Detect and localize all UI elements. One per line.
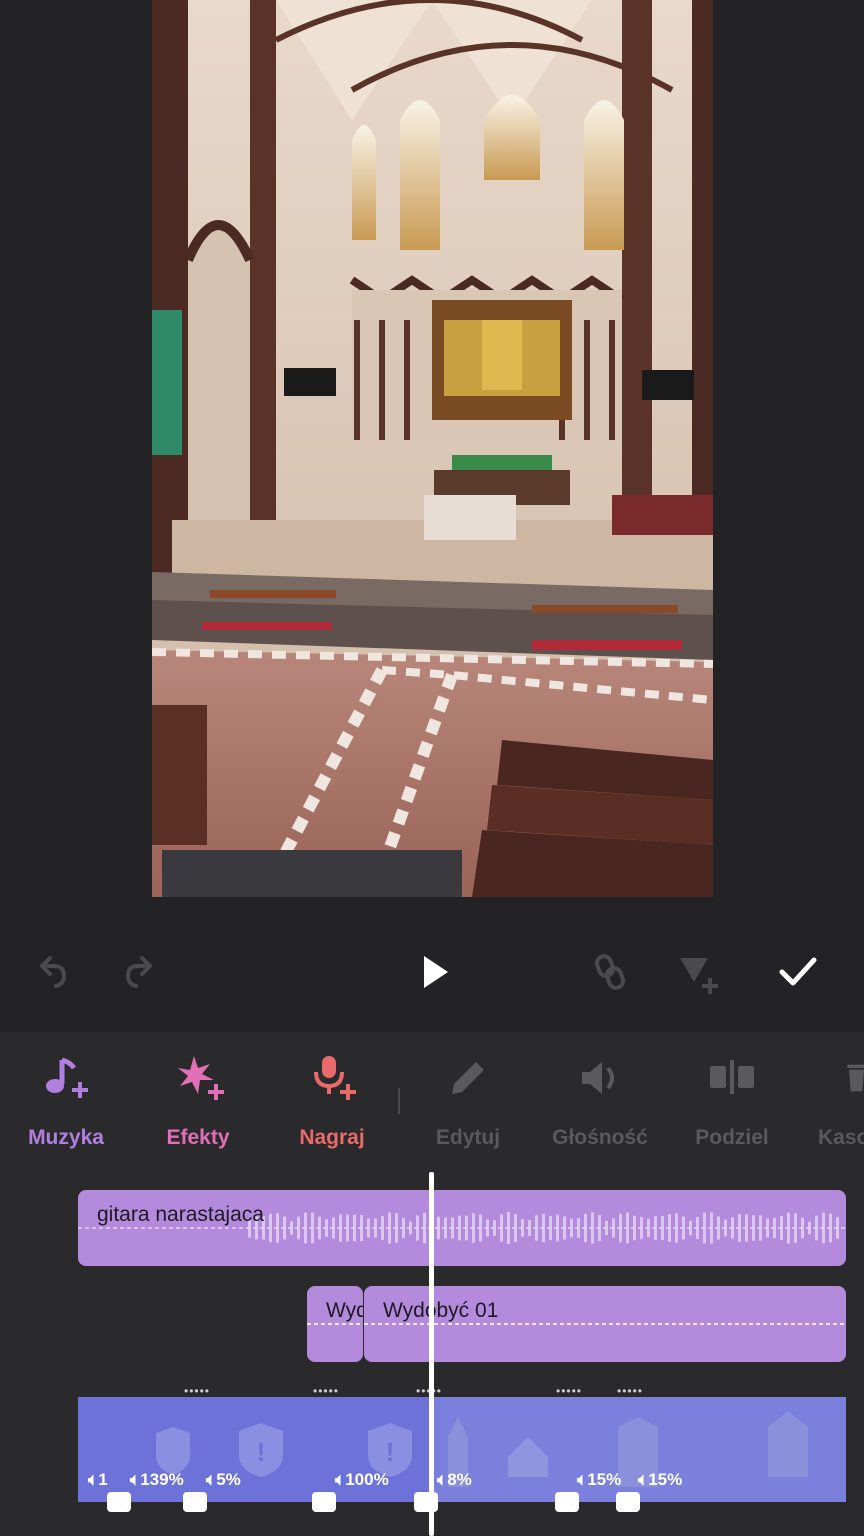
tool-volume[interactable]: Głośność <box>534 1050 666 1160</box>
trash-icon <box>847 1064 864 1092</box>
transition-marker[interactable]: ••••• <box>313 1384 339 1398</box>
music-clip[interactable]: gitara narastajaca <box>78 1190 846 1266</box>
tool-label: Muzyka <box>28 1126 104 1149</box>
tool-label: Nagraj <box>299 1126 365 1149</box>
church-interior-image <box>152 0 713 897</box>
redo-button[interactable] <box>112 944 168 1000</box>
clip-volume: 🔈︎100% <box>335 1470 389 1489</box>
transition-marker[interactable]: ••••• <box>184 1384 210 1398</box>
video-preview[interactable] <box>152 0 713 897</box>
clip-volume: 🔈︎8% <box>437 1470 472 1489</box>
clip-volume: 🔈︎1 <box>88 1470 108 1489</box>
waveform <box>78 1212 846 1244</box>
clip-title: Wydobyć 01 <box>383 1299 499 1322</box>
tool-divider <box>398 1088 400 1114</box>
tool-label: Kaso <box>818 1126 864 1149</box>
tool-label: Głośność <box>552 1126 648 1149</box>
confirm-button[interactable] <box>770 944 826 1000</box>
tool-split[interactable]: Podziel <box>666 1050 798 1160</box>
tool-edit[interactable]: Edytuj <box>402 1050 534 1160</box>
trim-handle[interactable] <box>312 1492 336 1512</box>
play-button[interactable] <box>406 944 462 1000</box>
play-icon <box>424 956 448 988</box>
volume-icon <box>582 1062 614 1094</box>
waveform <box>364 1323 846 1325</box>
clip-volume: 🔈︎15% <box>577 1470 622 1489</box>
keyframe-add-icon <box>680 958 718 994</box>
tool-label: Podziel <box>695 1126 769 1149</box>
trim-handle[interactable] <box>616 1492 640 1512</box>
tool-record[interactable]: Nagraj <box>266 1050 398 1160</box>
transition-marker[interactable]: ••••• <box>556 1384 582 1398</box>
clip-volume: 🔈︎139% <box>130 1470 184 1489</box>
tool-label: Efekty <box>166 1126 230 1149</box>
waveform <box>307 1323 363 1325</box>
tool-effects[interactable]: Efekty <box>132 1050 264 1160</box>
keyframe-add-button[interactable] <box>668 944 724 1000</box>
clip-volume: 🔈︎5% <box>206 1470 241 1489</box>
link-icon <box>594 954 626 990</box>
trim-handle[interactable] <box>183 1492 207 1512</box>
sparkle-add-icon <box>178 1056 224 1100</box>
mic-add-icon <box>314 1056 356 1100</box>
editor-screen: Muzyka Efekty Nagraj Edytuj Głośność Pod… <box>0 0 864 1536</box>
link-button[interactable] <box>582 944 638 1000</box>
svg-text:!: ! <box>386 1437 395 1467</box>
undo-icon <box>40 956 67 988</box>
transition-marker[interactable]: ••••• <box>617 1384 643 1398</box>
clip-title: gitara narastajaca <box>97 1203 264 1226</box>
trim-handle[interactable] <box>107 1492 131 1512</box>
tool-delete[interactable]: Kaso <box>798 1050 864 1160</box>
trim-handle[interactable] <box>555 1492 579 1512</box>
clip-volume: 🔈︎15% <box>638 1470 683 1489</box>
sfx-clip[interactable]: Wydobyć 01 <box>364 1286 846 1362</box>
trim-handle[interactable] <box>414 1492 438 1512</box>
svg-text:!: ! <box>257 1437 266 1467</box>
pencil-icon <box>452 1062 484 1094</box>
playhead[interactable] <box>429 1172 434 1536</box>
undo-button[interactable] <box>24 944 80 1000</box>
tool-label: Edytuj <box>435 1126 501 1149</box>
clip-title: Wyd <box>326 1299 363 1322</box>
split-icon <box>710 1060 754 1094</box>
sfx-clip[interactable]: Wyd <box>307 1286 363 1362</box>
music-add-icon <box>46 1057 88 1098</box>
redo-icon <box>125 956 152 988</box>
check-icon <box>779 957 817 986</box>
tool-music[interactable]: Muzyka <box>0 1050 132 1160</box>
